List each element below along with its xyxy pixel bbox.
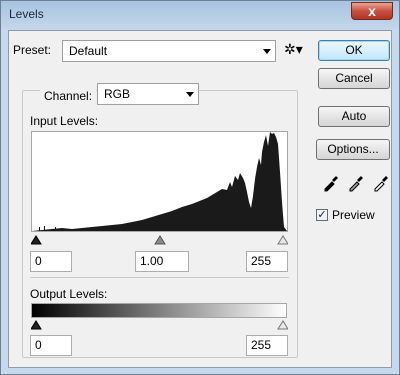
auto-button[interactable]: Auto <box>318 106 390 127</box>
input-gamma-handle[interactable] <box>154 235 166 245</box>
input-gamma-field[interactable]: 1.00 <box>135 251 189 272</box>
window-title: Levels <box>9 7 44 21</box>
input-white-point-handle[interactable] <box>277 235 289 245</box>
chevron-down-icon <box>186 92 194 97</box>
input-black-field[interactable]: 0 <box>30 251 72 272</box>
channel-value: RGB <box>104 87 131 101</box>
input-white-field[interactable]: 255 <box>246 251 288 272</box>
section-divider <box>30 277 289 278</box>
output-levels-slider[interactable] <box>30 319 289 330</box>
input-levels-slider[interactable] <box>30 234 289 245</box>
histogram-graph <box>32 132 287 231</box>
ok-button[interactable]: OK <box>318 40 390 61</box>
preview-label: Preview <box>332 208 375 222</box>
preview-checkbox[interactable]: ✓ <box>316 209 328 221</box>
input-black-point-handle[interactable] <box>30 235 42 245</box>
black-point-eyedropper-icon[interactable] <box>322 174 340 192</box>
chevron-down-icon <box>263 49 271 54</box>
gear-icon[interactable]: ✲▾ <box>284 41 303 58</box>
output-black-field[interactable]: 0 <box>30 335 72 356</box>
output-gradient-bar <box>31 303 287 318</box>
channel-label: Channel: <box>40 89 97 103</box>
options-button[interactable]: Options... <box>316 139 390 160</box>
gray-point-eyedropper-icon[interactable] <box>347 174 365 192</box>
input-levels-label: Input Levels: <box>30 114 99 128</box>
preset-label: Preset: <box>13 43 52 57</box>
histogram <box>31 131 288 232</box>
channel-dropdown[interactable]: RGB <box>97 83 199 105</box>
close-button[interactable]: x <box>351 2 393 20</box>
preset-value: Default <box>69 44 108 58</box>
output-black-point-handle[interactable] <box>30 320 42 330</box>
white-point-eyedropper-icon[interactable] <box>372 174 390 192</box>
cancel-button[interactable]: Cancel <box>318 68 390 89</box>
output-levels-label: Output Levels: <box>30 287 108 301</box>
output-white-point-handle[interactable] <box>277 320 289 330</box>
title-bar[interactable]: Levels x <box>1 1 399 27</box>
preset-dropdown[interactable]: Default <box>62 40 276 62</box>
output-white-field[interactable]: 255 <box>246 335 288 356</box>
